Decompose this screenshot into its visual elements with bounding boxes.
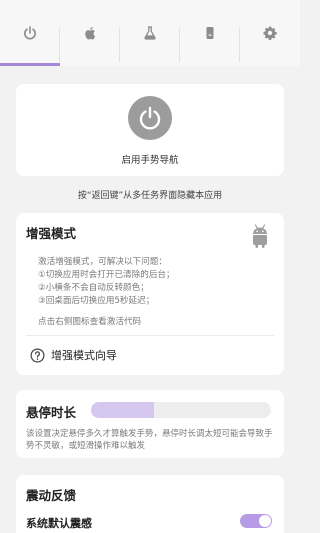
hide-app-hint: 按“返回键”从多任务界面隐藏本应用 — [77, 191, 223, 201]
enhance-mode-card: 增强模式 激活增强模式，可解决以下问题： ①切换应用时会打开已清除的后台； ②小… — [16, 213, 284, 375]
slider-fill — [91, 402, 154, 418]
enhance-tip: 点击右侧图标查看激活代码 — [38, 317, 142, 327]
enhance-guide-button[interactable]: 增强模式向导 — [30, 347, 117, 363]
gesture-toggle-card: 启用手势导航 — [16, 84, 284, 176]
tab-bar — [0, 0, 300, 66]
hover-duration-card: 悬停时长 该设置决定悬停多久才算触发手势，悬停时长调太短可能会导致手势不灵敏，或… — [16, 390, 284, 458]
tab-settings[interactable] — [240, 0, 300, 66]
enhance-desc-line: 激活增强模式，可解决以下问题： — [38, 257, 167, 267]
tab-gesture[interactable] — [0, 0, 60, 66]
gear-icon — [263, 26, 277, 41]
help-icon — [30, 348, 45, 362]
divider — [26, 335, 274, 336]
enhance-title: 增强模式 — [26, 226, 77, 241]
flask-icon — [144, 26, 156, 40]
power-icon — [24, 26, 36, 40]
power-button[interactable] — [128, 96, 172, 140]
apple-icon — [85, 27, 96, 40]
hover-title: 悬停时长 — [26, 405, 77, 420]
tab-apps[interactable] — [60, 0, 120, 66]
phone-icon — [206, 27, 214, 39]
enhance-desc-line: ②小横条不会自动反转颜色； — [38, 283, 149, 293]
hover-duration-slider[interactable] — [91, 402, 271, 418]
tab-lab[interactable] — [120, 0, 180, 66]
tab-device[interactable] — [180, 0, 240, 66]
guide-label: 增强模式向导 — [51, 349, 117, 362]
vibration-title: 震动反馈 — [26, 488, 77, 503]
system-vibration-label: 系统默认震感 — [26, 517, 92, 530]
system-vibration-toggle[interactable] — [240, 514, 272, 528]
android-icon[interactable] — [250, 223, 270, 249]
toggle-knob — [259, 515, 271, 527]
hover-desc: 该设置决定悬停多久才算触发手势，悬停时长调太短可能会导致手势不灵敏，或短滑操作难… — [26, 429, 273, 451]
power-label: 启用手势导航 — [121, 155, 179, 166]
enhance-desc-line: ①切换应用时会打开已清除的后台； — [38, 270, 175, 280]
power-icon — [139, 106, 161, 130]
vibration-card: 震动反馈 系统默认震感 — [16, 475, 284, 533]
active-tab-indicator — [0, 63, 60, 66]
enhance-desc-line: ③回桌面后切换应用5秒延迟； — [38, 296, 155, 306]
